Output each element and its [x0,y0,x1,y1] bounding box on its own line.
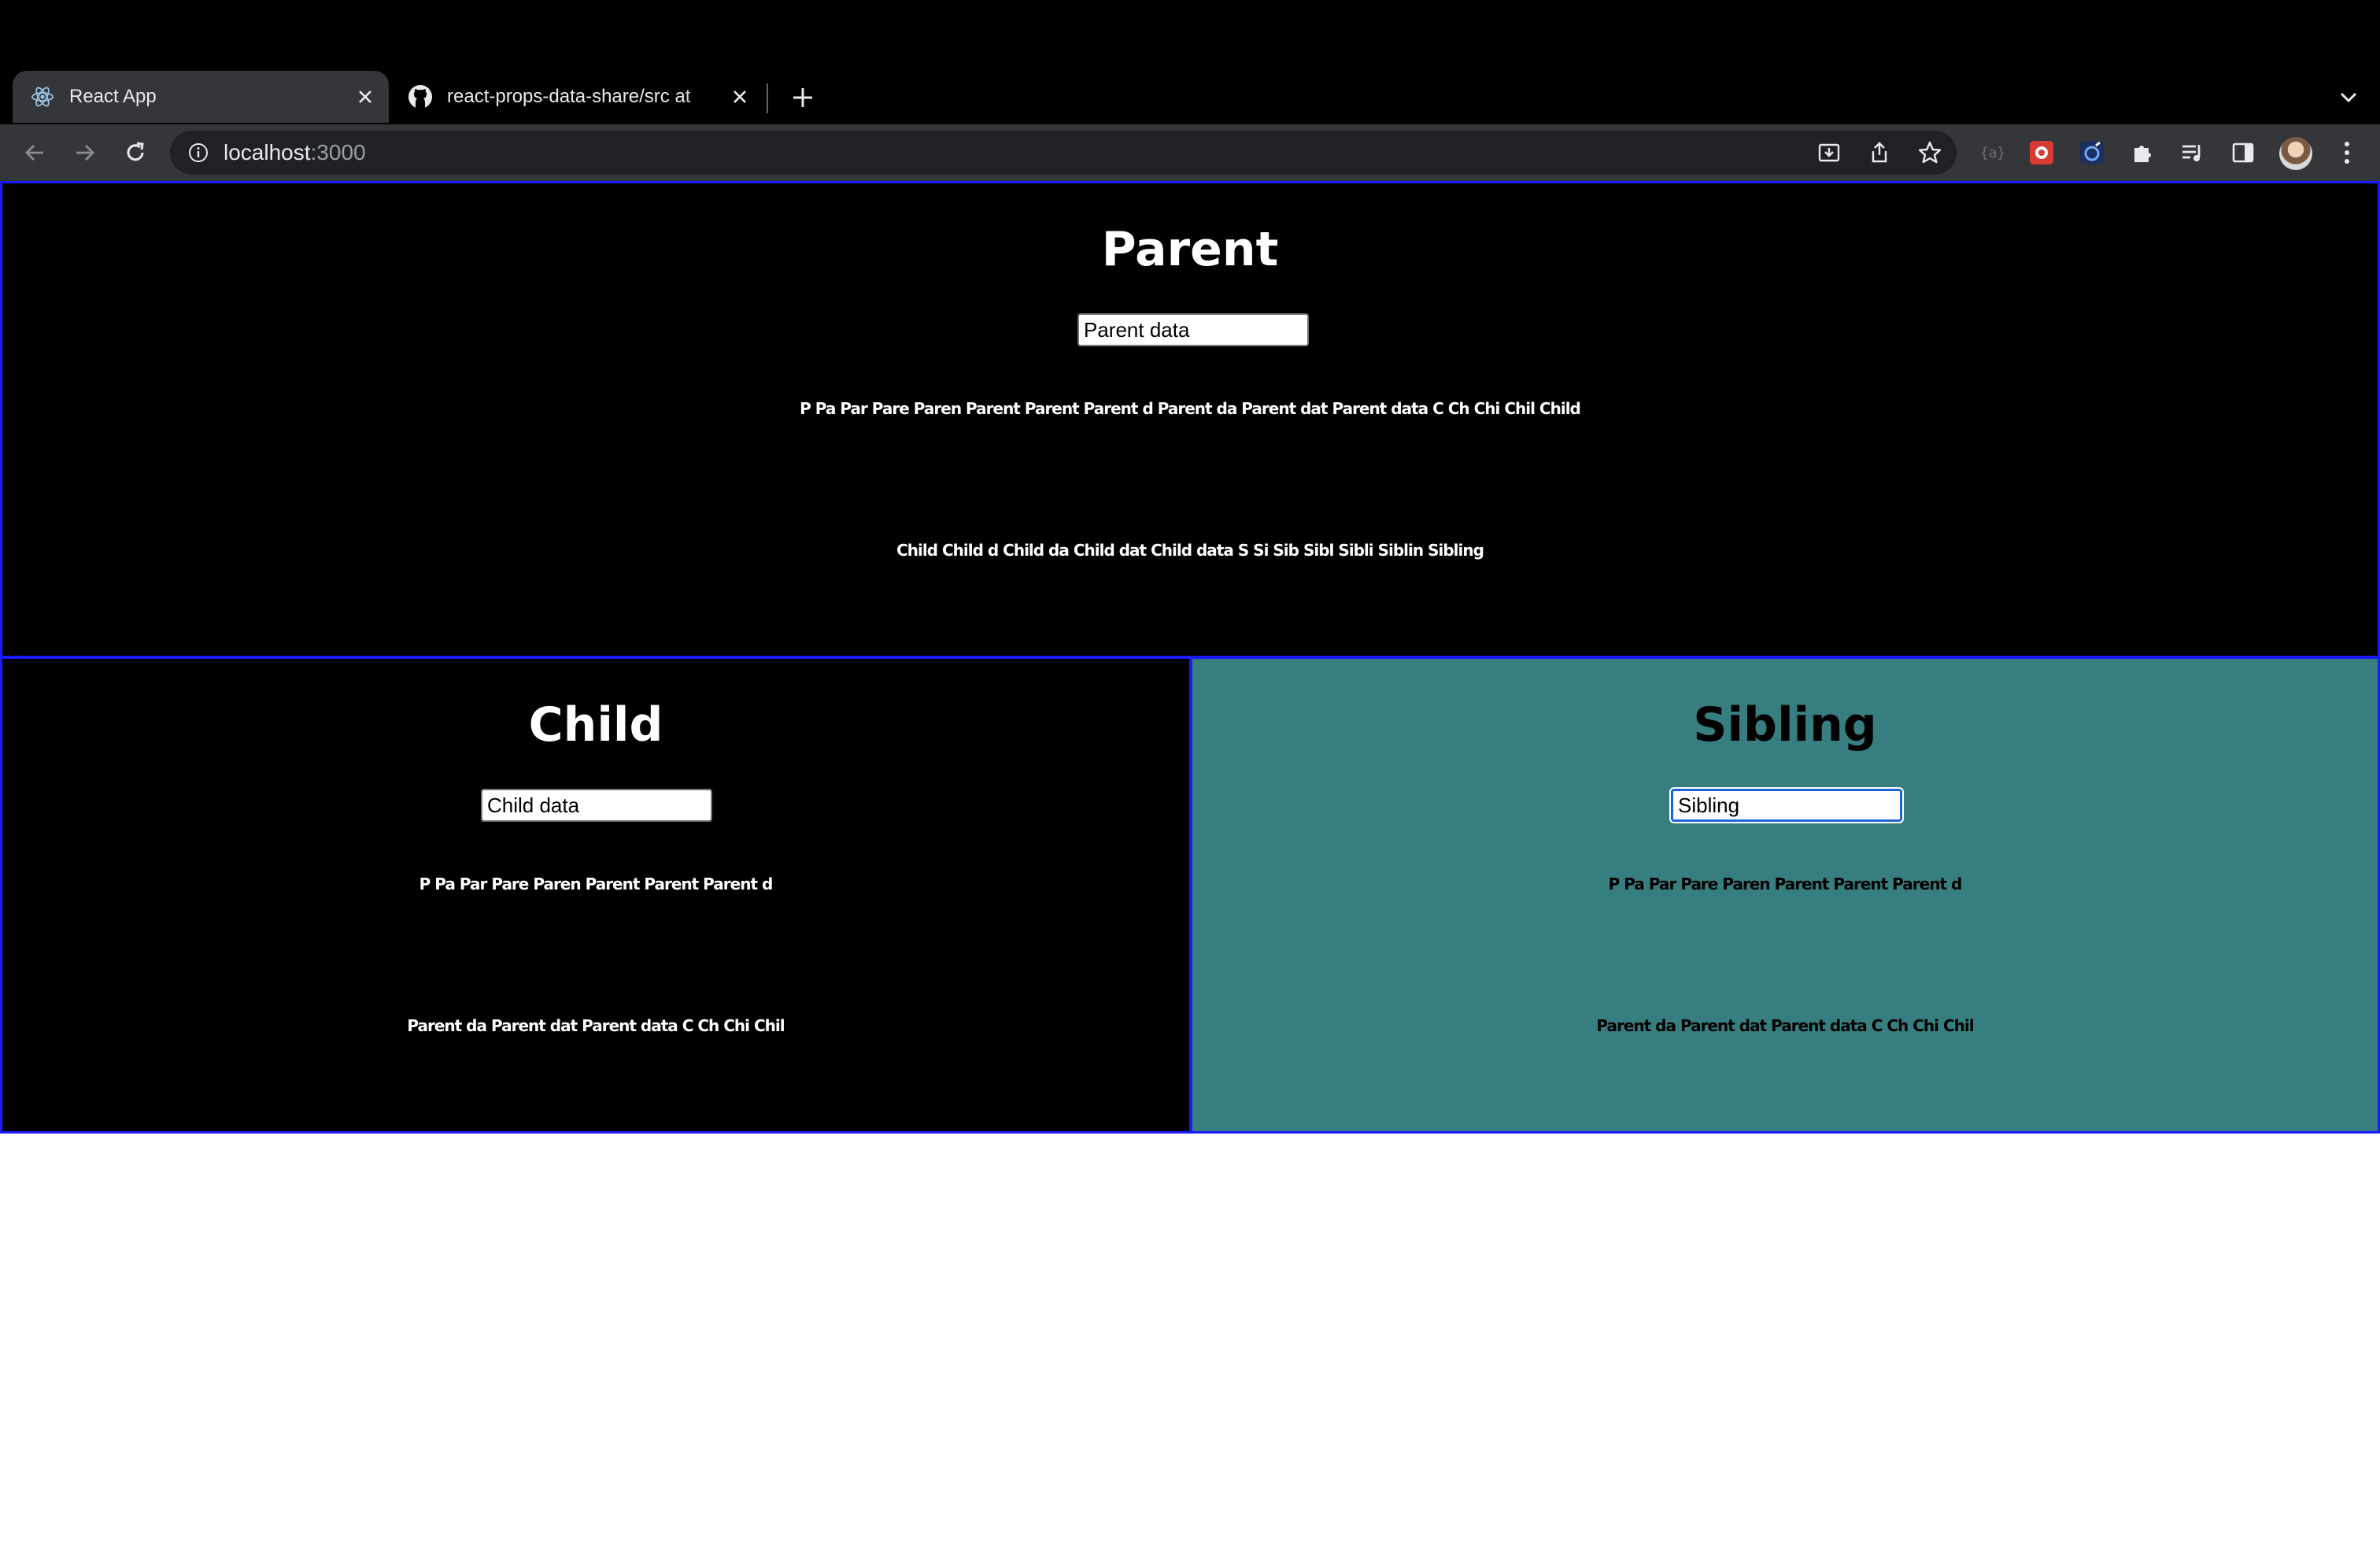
arrow-left-icon [25,145,43,161]
install-app-icon[interactable] [1813,139,1845,167]
browser-toolbar: localhost:3000 {a} [0,124,2380,181]
side-panel-icon[interactable] [2226,135,2260,170]
json-viewer-extension-icon[interactable]: {a} [1975,135,2010,170]
url-text[interactable]: localhost:3000 [224,131,366,175]
page-content: Parent P Pa Par Pare Paren Parent Parent… [0,181,2380,1546]
bookmark-star-icon[interactable] [1914,139,1946,167]
child-trail-line-2: Parent da Parent dat Parent data C Ch Ch… [407,1016,785,1035]
forward-button[interactable] [65,132,105,173]
profile-avatar[interactable] [2279,137,2312,170]
child-trail-line-1: P Pa Par Pare Paren Parent Parent Parent… [419,875,774,893]
menu-dots-icon[interactable] [2330,134,2364,172]
tab-react-app[interactable]: React App [13,71,389,123]
child-heading: Child [528,697,663,753]
reload-button[interactable] [115,132,156,173]
react-icon [30,84,55,109]
info-icon[interactable] [186,140,211,165]
sibling-input[interactable] [1671,789,1902,822]
parent-heading: Parent [1101,222,1279,277]
media-queue-icon[interactable] [2175,135,2210,170]
reload-icon [127,142,144,161]
browser-chrome: React App react-props-data-share/src at [0,0,2380,181]
back-button[interactable] [14,132,55,173]
parent-component: Parent P Pa Par Pare Paren Parent Parent… [0,181,2380,658]
child-component: Child P Pa Par Pare Paren Parent Parent … [0,656,1192,1134]
new-tab-button[interactable] [784,79,822,117]
red-extension-icon[interactable] [2024,135,2059,170]
close-tab-icon[interactable] [349,81,381,113]
sibling-trail-line-1: P Pa Par Pare Paren Parent Parent Parent… [1608,875,1963,893]
parent-input[interactable] [1077,313,1309,346]
redux-devtools-extension-icon[interactable] [2075,135,2109,170]
address-bar[interactable]: localhost:3000 [170,131,1957,175]
tab-strip: React App react-props-data-share/src at [0,69,2380,124]
tab-title: React App [69,86,157,107]
parent-trail-line-1: P Pa Par Pare Paren Parent Parent Parent… [800,399,1581,418]
github-icon [408,84,433,109]
chevron-down-icon [2340,92,2357,103]
tab-separator [767,83,768,113]
parent-trail-line-2: Child Child d Child da Child dat Child d… [896,541,1484,560]
sibling-trail-line-2: Parent da Parent dat Parent data C Ch Ch… [1596,1016,1974,1035]
arrow-right-icon [76,145,94,161]
child-input[interactable] [481,789,712,822]
url-host: localhost [224,140,311,165]
tab-search-button[interactable] [2330,79,2367,117]
sibling-heading: Sibling [1693,697,1877,753]
sibling-component: Sibling P Pa Par Pare Paren Parent Paren… [1190,656,2380,1134]
share-icon[interactable] [1864,139,1895,167]
plus-icon [793,88,812,107]
url-port: :3000 [310,140,366,165]
tab-title: react-props-data-share/src at [447,86,691,107]
puzzle-extensions-icon[interactable] [2125,135,2160,170]
tab-github[interactable]: react-props-data-share/src at [394,71,763,123]
close-tab-icon[interactable] [724,81,756,113]
